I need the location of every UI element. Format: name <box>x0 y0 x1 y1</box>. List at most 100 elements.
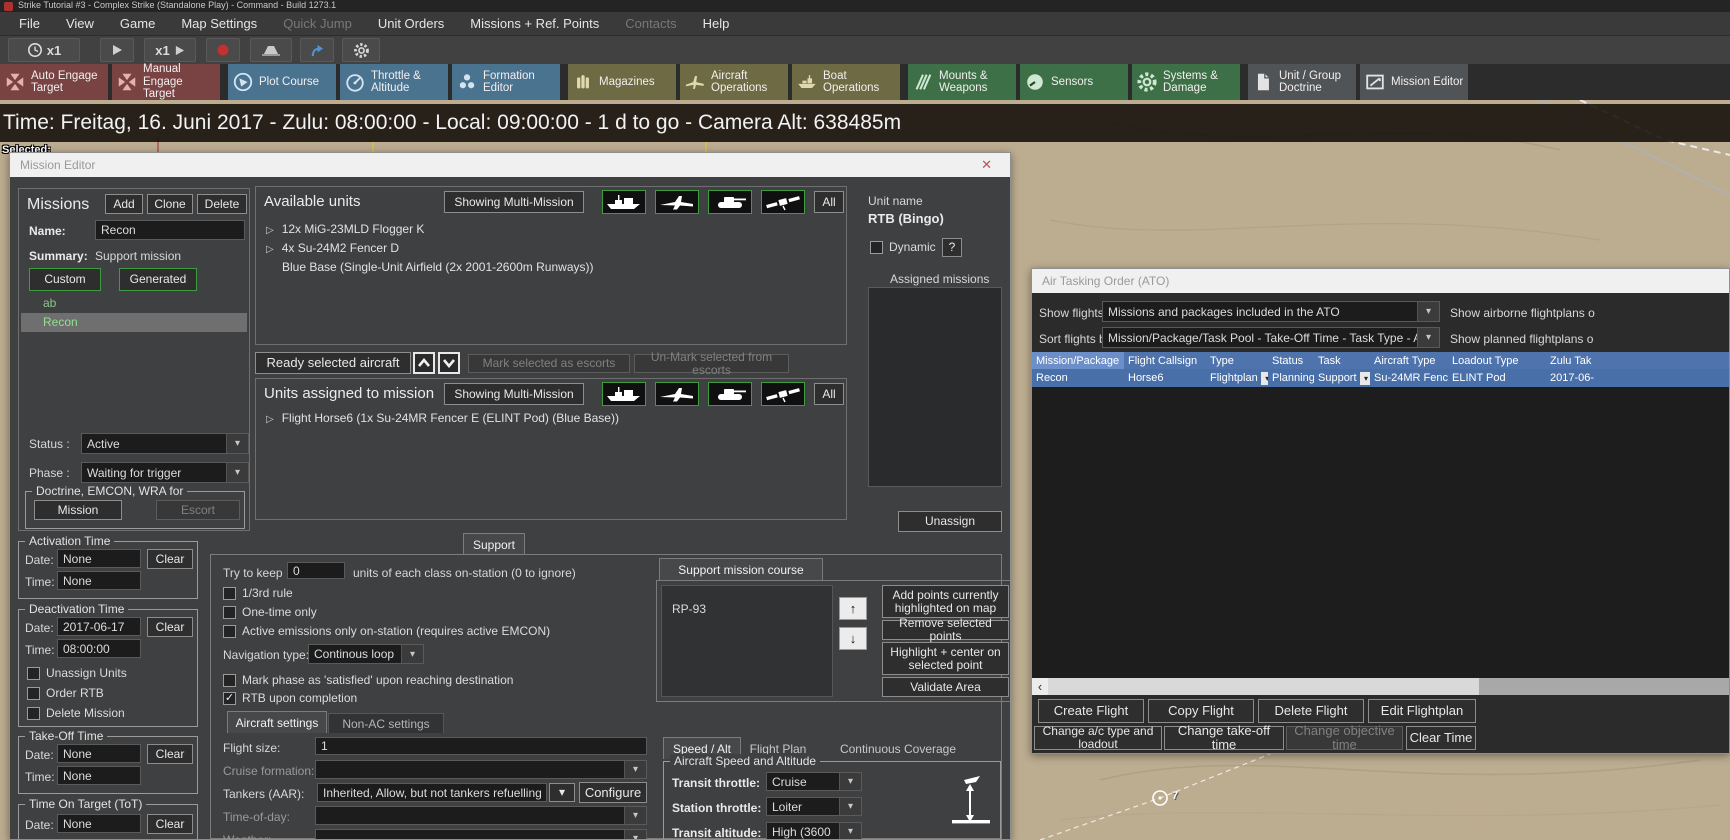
change-ac-type-loadout-button[interactable]: Change a/c type and loadout <box>1034 725 1162 750</box>
ribbon-mounts-weapons[interactable]: Mounts & Weapons <box>908 64 1016 100</box>
delete-mission-button[interactable]: Delete <box>197 194 247 214</box>
close-icon[interactable]: ✕ <box>973 157 1000 173</box>
remove-points-button[interactable]: Remove selected points <box>882 617 1009 642</box>
course-point-item[interactable]: RP-93 <box>672 602 706 616</box>
mission-list-item[interactable]: ab <box>43 296 56 310</box>
ato-horizontal-scrollbar[interactable]: ‹ <box>1032 678 1729 695</box>
scroll-left-button[interactable]: ‹ <box>1032 678 1048 695</box>
filter-ground-button[interactable] <box>708 382 752 406</box>
ribbon-throttle-altitude[interactable]: Throttle & Altitude <box>340 64 448 100</box>
add-mission-button[interactable]: Add <box>105 194 143 214</box>
unassign-units-checkbox[interactable]: Unassign Units <box>27 666 127 680</box>
showing-multi-mission-button[interactable]: Showing Multi-Mission <box>444 383 584 405</box>
settings-button[interactable] <box>342 38 380 62</box>
filter-satellite-button[interactable] <box>761 190 805 214</box>
deactivation-date-input[interactable]: 2017-06-17 <box>57 617 141 636</box>
takeoff-time-input[interactable]: None <box>57 766 141 785</box>
menu-file[interactable]: File <box>6 16 53 31</box>
mission-name-input[interactable]: Recon <box>95 220 245 240</box>
order-rtb-checkbox[interactable]: Order RTB <box>27 686 104 700</box>
clone-mission-button[interactable]: Clone <box>147 194 193 214</box>
generated-button[interactable]: Generated <box>119 268 197 291</box>
tab-non-ac-settings[interactable]: Non-AC settings <box>328 713 444 733</box>
delete-mission-checkbox[interactable]: Delete Mission <box>27 706 125 720</box>
filter-ground-button[interactable] <box>708 190 752 214</box>
weather-dropdown[interactable]: ▾ <box>315 829 647 839</box>
play-button[interactable] <box>100 38 134 62</box>
takeoff-clear-button[interactable]: Clear <box>147 744 193 764</box>
ribbon-unit-group-doctrine[interactable]: Unit / Group Doctrine <box>1248 64 1356 100</box>
tab-support-mission-course[interactable]: Support mission course <box>659 558 823 580</box>
tab-support[interactable]: Support <box>463 533 525 555</box>
available-unit-item[interactable]: ▷ 4x Su-24M2 Fencer D <box>266 241 399 255</box>
transit-throttle-dropdown[interactable]: Cruise ▾ <box>766 772 862 791</box>
show-airborne-label[interactable]: Show airborne flightplans o <box>1450 306 1728 320</box>
menu-missions-refpoints[interactable]: Missions + Ref. Points <box>457 16 612 31</box>
highlight-center-button[interactable]: Highlight + center on selected point <box>882 642 1009 675</box>
sort-flights-dropdown[interactable]: Mission/Package/Task Pool - Take-Off Tim… <box>1102 327 1440 348</box>
course-point-down-button[interactable]: ↓ <box>839 627 867 650</box>
col-status[interactable]: Status <box>1268 352 1314 369</box>
assigned-unit-item[interactable]: ▷ Flight Horse6 (1x Su-24MR Fencer E (ELI… <box>266 411 619 425</box>
deactivation-time-input[interactable]: 08:00:00 <box>57 639 141 658</box>
tree-expander-icon[interactable]: ▷ <box>266 414 274 425</box>
col-aircraft-type[interactable]: Aircraft Type <box>1370 352 1448 369</box>
filter-all-button[interactable]: All <box>814 191 844 213</box>
col-mission-package[interactable]: Mission/Package <box>1032 352 1124 369</box>
map-view-button[interactable] <box>250 38 292 62</box>
cruise-formation-dropdown[interactable]: ▾ <box>315 760 647 779</box>
delete-flight-button[interactable]: Delete Flight <box>1258 699 1364 723</box>
ribbon-magazines[interactable]: Magazines <box>568 64 676 100</box>
ribbon-aircraft-operations[interactable]: Aircraft Operations <box>680 64 788 100</box>
phase-dropdown[interactable]: Waiting for trigger ▾ <box>81 462 249 483</box>
col-zulu-takeoff[interactable]: Zulu Tak <box>1546 352 1729 369</box>
menu-game[interactable]: Game <box>107 16 168 31</box>
takeoff-date-input[interactable]: None <box>57 744 141 763</box>
flight-size-input[interactable]: 1 <box>315 737 647 755</box>
doctrine-mission-button[interactable]: Mission <box>34 500 122 520</box>
map-contact-label[interactable]: 7 <box>1172 790 1178 802</box>
tab-continuous-coverage[interactable]: Continuous Coverage <box>835 739 961 759</box>
jump-cursor-button[interactable] <box>300 38 334 62</box>
filter-aircraft-button[interactable] <box>655 382 699 406</box>
keep-count-input[interactable]: 0 <box>287 562 345 579</box>
move-up-button[interactable] <box>413 352 435 374</box>
tab-aircraft-settings[interactable]: Aircraft settings <box>227 711 327 733</box>
status-dropdown[interactable]: Active ▾ <box>81 433 249 454</box>
tot-date-input[interactable]: None <box>57 814 141 833</box>
copy-flight-button[interactable]: Copy Flight <box>1148 699 1254 723</box>
ato-table-row[interactable]: Recon Horse6 Flightplan ▾ Planning Suppo… <box>1032 369 1729 387</box>
ribbon-systems-damage[interactable]: Systems & Damage <box>1132 64 1240 100</box>
ribbon-mission-editor[interactable]: Mission Editor <box>1360 64 1468 100</box>
assigned-missions-list[interactable] <box>868 287 1002 487</box>
activation-clear-button[interactable]: Clear <box>147 549 193 569</box>
ribbon-formation-editor[interactable]: Formation Editor <box>452 64 560 100</box>
dynamic-help-button[interactable]: ? <box>942 238 962 257</box>
menu-map-settings[interactable]: Map Settings <box>168 16 270 31</box>
time-compression-button[interactable]: x1 <box>8 38 80 62</box>
dynamic-checkbox[interactable]: Dynamic <box>870 240 936 254</box>
available-unit-item[interactable]: ▷ 12x MiG-23MLD Flogger K <box>266 222 424 236</box>
col-task[interactable]: Task <box>1314 352 1370 369</box>
filter-satellite-button[interactable] <box>761 382 805 406</box>
ribbon-sensors[interactable]: Sensors <box>1020 64 1128 100</box>
add-points-button[interactable]: Add points currently highlighted on map <box>882 585 1009 618</box>
tot-clear-button[interactable]: Clear <box>147 814 193 834</box>
ribbon-boat-operations[interactable]: Boat Operations <box>792 64 900 100</box>
menu-help[interactable]: Help <box>690 16 743 31</box>
col-loadout-type[interactable]: Loadout Type <box>1448 352 1546 369</box>
ribbon-manual-engage-target[interactable]: Manual Engage Target <box>112 63 220 100</box>
custom-button[interactable]: Custom <box>29 268 101 291</box>
showing-multi-mission-button[interactable]: Showing Multi-Mission <box>444 191 584 213</box>
show-planned-label[interactable]: Show planned flightplans o <box>1450 332 1728 346</box>
show-flights-dropdown[interactable]: Missions and packages included in the AT… <box>1102 301 1440 322</box>
unassign-button[interactable]: Unassign <box>898 511 1002 532</box>
ready-selected-aircraft-button[interactable]: Ready selected aircraft <box>255 352 411 374</box>
one-third-rule-checkbox[interactable]: 1/3rd rule <box>223 586 293 600</box>
transit-altitude-dropdown[interactable]: High (3600 ▾ <box>766 822 862 839</box>
col-flight-callsign[interactable]: Flight Callsign <box>1124 352 1206 369</box>
navigation-type-dropdown[interactable]: Continous loop ▾ <box>308 644 424 664</box>
rtb-upon-completion-checkbox[interactable]: ✓ RTB upon completion <box>223 691 357 705</box>
time-of-day-dropdown[interactable]: ▾ <box>315 806 647 825</box>
create-flight-button[interactable]: Create Flight <box>1038 699 1144 723</box>
